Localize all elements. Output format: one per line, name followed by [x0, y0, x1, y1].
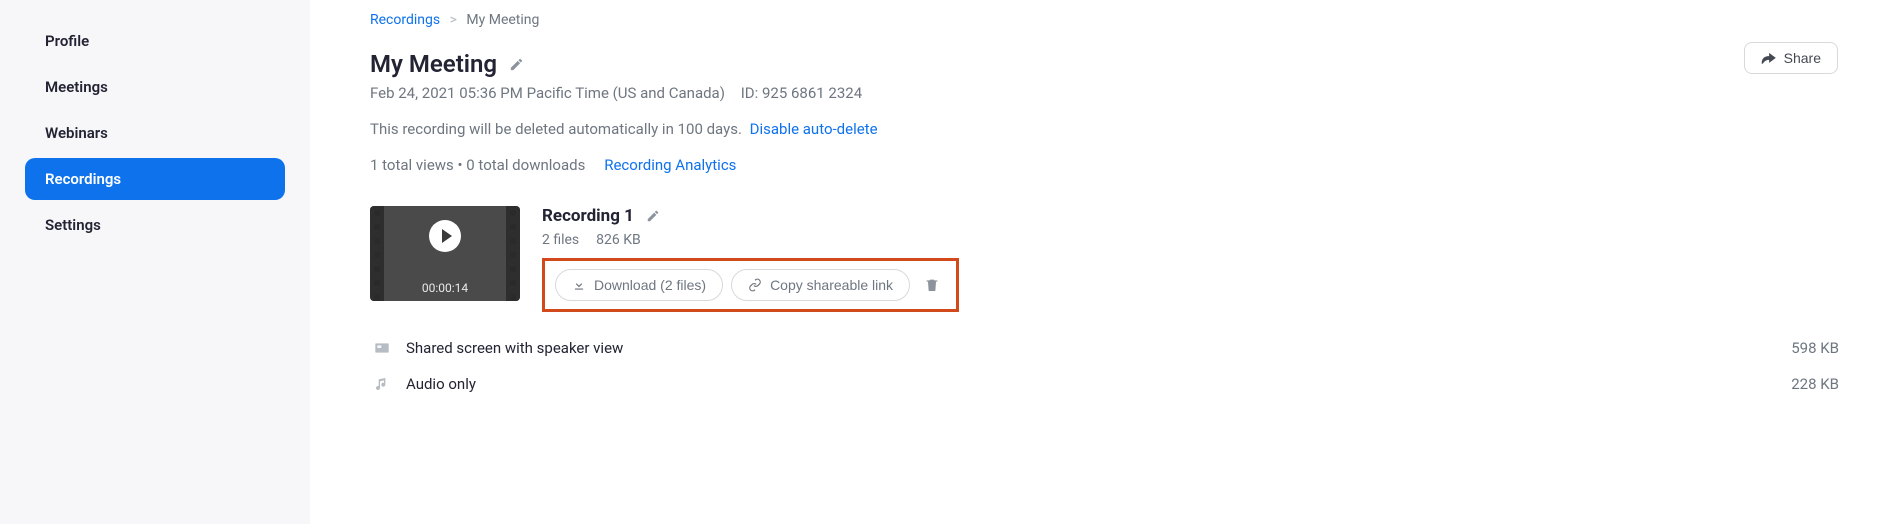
download-icon: [572, 278, 586, 292]
breadcrumb: Recordings > My Meeting: [370, 12, 1843, 28]
auto-delete-text: This recording will be deleted automatic…: [370, 120, 742, 138]
sidebar-item-profile[interactable]: Profile: [25, 20, 285, 62]
share-arrow-icon: [1761, 52, 1776, 65]
breadcrumb-root-link[interactable]: Recordings: [370, 12, 440, 28]
sidebar-item-recordings[interactable]: Recordings: [25, 158, 285, 200]
audio-file-icon: [374, 376, 392, 392]
main-content: Recordings > My Meeting Share My Meeting…: [310, 0, 1893, 524]
copy-link-button[interactable]: Copy shareable link: [731, 269, 910, 301]
video-file-icon: [374, 341, 392, 355]
play-icon: [429, 220, 461, 252]
recording-duration: 00:00:14: [370, 281, 520, 295]
link-icon: [748, 278, 762, 292]
meeting-id: ID: 925 6861 2324: [741, 84, 862, 102]
sidebar-item-settings[interactable]: Settings: [25, 204, 285, 246]
stats-line: 1 total views • 0 total downloads Record…: [370, 156, 1843, 174]
file-list: Shared screen with speaker view 598 KB A…: [370, 330, 1843, 402]
file-size: 228 KB: [1791, 375, 1839, 393]
recording-card: 00:00:14 Recording 1 2 files 826 KB D: [370, 206, 1843, 312]
recording-analytics-link[interactable]: Recording Analytics: [604, 156, 736, 174]
recording-thumbnail[interactable]: 00:00:14: [370, 206, 520, 301]
copy-link-button-label: Copy shareable link: [770, 277, 893, 293]
sidebar-item-meetings[interactable]: Meetings: [25, 66, 285, 108]
recording-title: Recording 1: [542, 206, 634, 226]
file-row[interactable]: Shared screen with speaker view 598 KB: [370, 330, 1843, 366]
view-download-stats: 1 total views • 0 total downloads: [370, 156, 585, 174]
action-highlight-box: Download (2 files) Copy shareable link: [542, 258, 959, 312]
breadcrumb-current: My Meeting: [466, 12, 539, 28]
edit-recording-title-button[interactable]: [646, 209, 660, 223]
sidebar-item-webinars[interactable]: Webinars: [25, 112, 285, 154]
file-name: Shared screen with speaker view: [406, 339, 1777, 357]
sidebar-nav: Profile Meetings Webinars Recordings Set…: [0, 0, 310, 524]
download-button[interactable]: Download (2 files): [555, 269, 723, 301]
auto-delete-notice: This recording will be deleted automatic…: [370, 120, 1843, 138]
meeting-datetime: Feb 24, 2021 05:36 PM Pacific Time (US a…: [370, 84, 725, 102]
file-name: Audio only: [406, 375, 1777, 393]
download-button-label: Download (2 files): [594, 277, 706, 293]
share-button-label: Share: [1784, 50, 1821, 66]
share-button[interactable]: Share: [1744, 42, 1838, 74]
meeting-meta: Feb 24, 2021 05:36 PM Pacific Time (US a…: [370, 84, 1843, 102]
edit-title-button[interactable]: [509, 57, 524, 72]
recording-file-count: 2 files: [542, 232, 579, 248]
file-size: 598 KB: [1791, 339, 1839, 357]
trash-icon: [924, 277, 940, 293]
delete-recording-button[interactable]: [918, 271, 946, 299]
chevron-right-icon: >: [450, 12, 457, 28]
recording-total-size: 826 KB: [596, 232, 641, 248]
disable-auto-delete-link[interactable]: Disable auto-delete: [750, 120, 878, 138]
page-title: My Meeting: [370, 50, 497, 78]
file-row[interactable]: Audio only 228 KB: [370, 366, 1843, 402]
